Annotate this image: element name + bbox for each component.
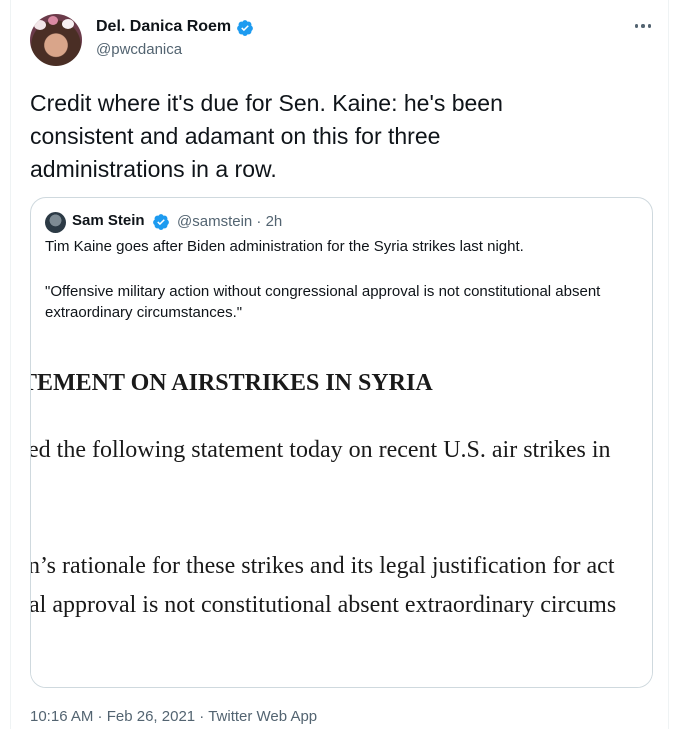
author-avatar[interactable] — [30, 14, 82, 66]
tweet-date-link[interactable]: Feb 26, 2021 — [107, 708, 195, 725]
more-options-button[interactable] — [630, 16, 656, 36]
image-statement-line: al approval is not constitutional absent… — [31, 592, 617, 618]
tweet-timestamp: 10:16 AM · Feb 26, 2021 · Twitter Web Ap… — [30, 708, 317, 725]
more-dots-icon — [641, 24, 645, 28]
timestamp-separator: · — [195, 708, 209, 725]
verified-badge-icon — [153, 214, 169, 230]
quoted-tweet-quote: "Offensive military action without congr… — [45, 283, 601, 321]
tweet-source-link[interactable]: Twitter Web App — [208, 708, 317, 725]
quoted-author-avatar — [45, 212, 66, 233]
tweet-text-line: Credit where it's due for Sen. Kaine: he… — [30, 90, 503, 116]
quoted-tweet-age: · 2h — [256, 213, 283, 230]
tweet-time-link[interactable]: 10:16 AM — [30, 708, 93, 725]
quoted-author-name: Sam Stein — [72, 212, 145, 229]
avatar-flower-decoration — [48, 16, 58, 25]
quoted-tweet-text: Tim Kaine goes after Biden administratio… — [45, 238, 524, 255]
more-dots-icon — [647, 24, 652, 28]
more-dots-icon — [634, 24, 639, 28]
image-statement-line: n’s rationale for these strikes and its … — [31, 553, 615, 579]
quoted-author-meta: @samstein · 2h — [177, 213, 282, 230]
avatar-flower-decoration — [62, 19, 74, 29]
timestamp-separator: · — [93, 708, 107, 725]
author-name[interactable]: Del. Danica Roem — [96, 18, 231, 36]
tweet-text-line: administrations in a row. — [30, 156, 277, 182]
timeline-divider-right — [668, 0, 669, 729]
author-handle[interactable]: @pwcdanica — [96, 41, 182, 58]
avatar-flower-decoration — [34, 20, 46, 30]
quoted-tweet-image[interactable]: TEMENT ON AIRSTRIKES IN SYRIA ed the fol… — [31, 336, 652, 687]
tweet-text: Credit where it's due for Sen. Kaine: he… — [30, 87, 650, 186]
quoted-author-handle: @samstein — [177, 213, 253, 230]
image-statement-heading: TEMENT ON AIRSTRIKES IN SYRIA — [31, 370, 433, 396]
verified-badge-icon — [237, 20, 253, 36]
quoted-tweet-card[interactable]: Sam Stein @samstein · 2h Tim Kaine goes … — [30, 197, 653, 688]
timeline-divider-left — [10, 0, 11, 729]
image-statement-line: ed the following statement today on rece… — [31, 437, 611, 463]
tweet-text-line: consistent and adamant on this for three — [30, 123, 441, 149]
